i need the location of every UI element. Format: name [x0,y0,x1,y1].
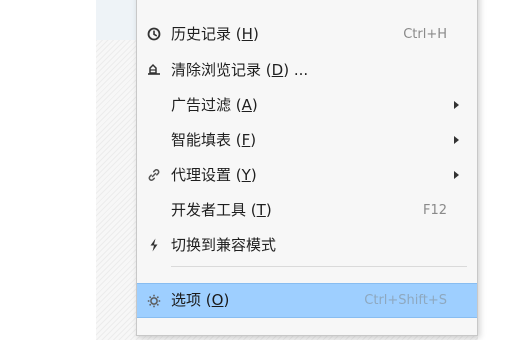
menu-item-history[interactable]: 历史记录 (H) Ctrl+H [137,19,477,49]
menu-item-options-shortcut: Ctrl+Shift+S [364,293,447,308]
menu-item-history-label: 历史记录 (H) [171,24,259,43]
tools-menu: ​ 历史记录 (H) Ctrl+H [136,0,478,336]
browser-window: ​ 历史记录 (H) Ctrl+H [0,0,510,340]
menu-item-developer-tools-label: 开发者工具 (T) [171,200,272,219]
eraser-icon [137,63,171,77]
menu-item-options-label: 选项 (O) [171,291,230,309]
menu-item-options[interactable]: 选项 (O) Ctrl+Shift+S [137,283,477,318]
gear-icon [137,293,171,309]
link-icon [137,167,171,183]
menu-separator [171,266,467,267]
lightning-icon [137,237,171,253]
menu-item-developer-tools[interactable]: 开发者工具 (T) F12 [137,195,477,225]
menu-item-clear-history[interactable]: 清除浏览记录 (D) ... [137,55,477,85]
menu-item-clear-history-label: 清除浏览记录 (D) ... [171,60,309,79]
menu-item-switch-compat-label: 切换到兼容模式 [171,235,277,254]
submenu-arrow-icon [454,136,459,144]
menu-item-smart-fill[interactable]: 智能填表 (F) [137,125,477,155]
menu-item-developer-tools-shortcut: F12 [422,202,447,218]
menu-item-history-shortcut: Ctrl+H [403,26,447,42]
menu-item-smart-fill-label: 智能填表 (F) [171,130,257,149]
partial-top-item: ​ [137,0,477,3]
menu-item-proxy-settings[interactable]: 代理设置 (Y) [137,160,477,190]
menu-item-ad-filter-label: 广告过滤 (A) [171,95,258,114]
background-strip [96,0,136,40]
submenu-arrow-icon [454,171,459,179]
clock-icon [137,27,171,41]
menu-item-proxy-settings-label: 代理设置 (Y) [171,165,257,184]
menu-item-switch-compat[interactable]: 切换到兼容模式 [137,230,477,260]
menu-item-ad-filter[interactable]: 广告过滤 (A) [137,90,477,120]
submenu-arrow-icon [454,101,459,109]
